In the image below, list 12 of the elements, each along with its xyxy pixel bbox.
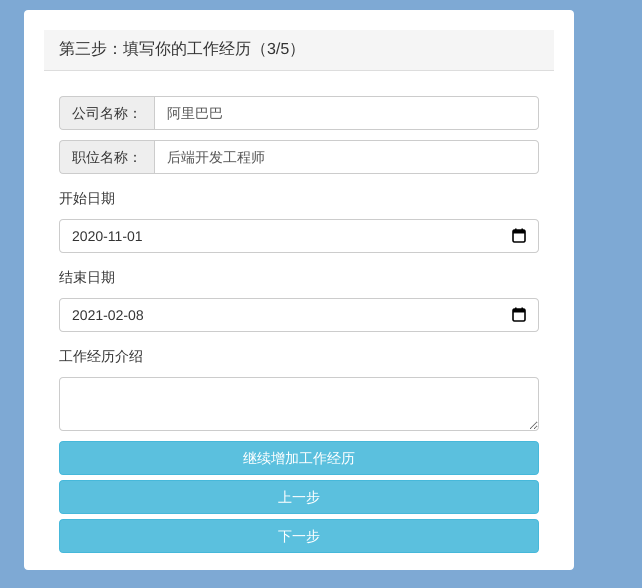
input-field[interactable]: 后端开发工程师 <box>154 140 539 174</box>
date-field[interactable]: 2021-02-08 <box>59 298 539 332</box>
step-title: 第三步：填写你的工作经历（3/5） <box>59 41 306 58</box>
field-label: 职位名称： <box>59 140 154 174</box>
field-label: 工作经历介绍 <box>59 347 143 366</box>
calendar-icon[interactable] <box>512 228 526 243</box>
calendar-icon[interactable] <box>512 307 526 322</box>
date-field[interactable]: 2020-11-01 <box>59 219 539 253</box>
field-label: 公司名称： <box>59 96 154 130</box>
field-label: 开始日期 <box>59 189 115 208</box>
field-label: 结束日期 <box>59 268 115 287</box>
input-field[interactable]: 阿里巴巴 <box>154 96 539 130</box>
